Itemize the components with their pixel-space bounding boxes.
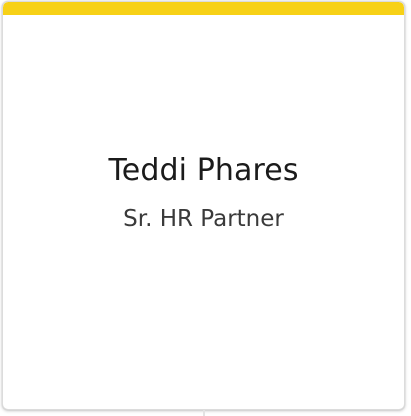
card-accent-bar [3, 2, 404, 15]
person-job-title: Sr. HR Partner [123, 206, 284, 232]
profile-card[interactable]: Teddi Phares Sr. HR Partner [2, 1, 405, 410]
card-body: Teddi Phares Sr. HR Partner [3, 15, 404, 409]
divider [203, 410, 205, 416]
person-name: Teddi Phares [108, 153, 299, 188]
